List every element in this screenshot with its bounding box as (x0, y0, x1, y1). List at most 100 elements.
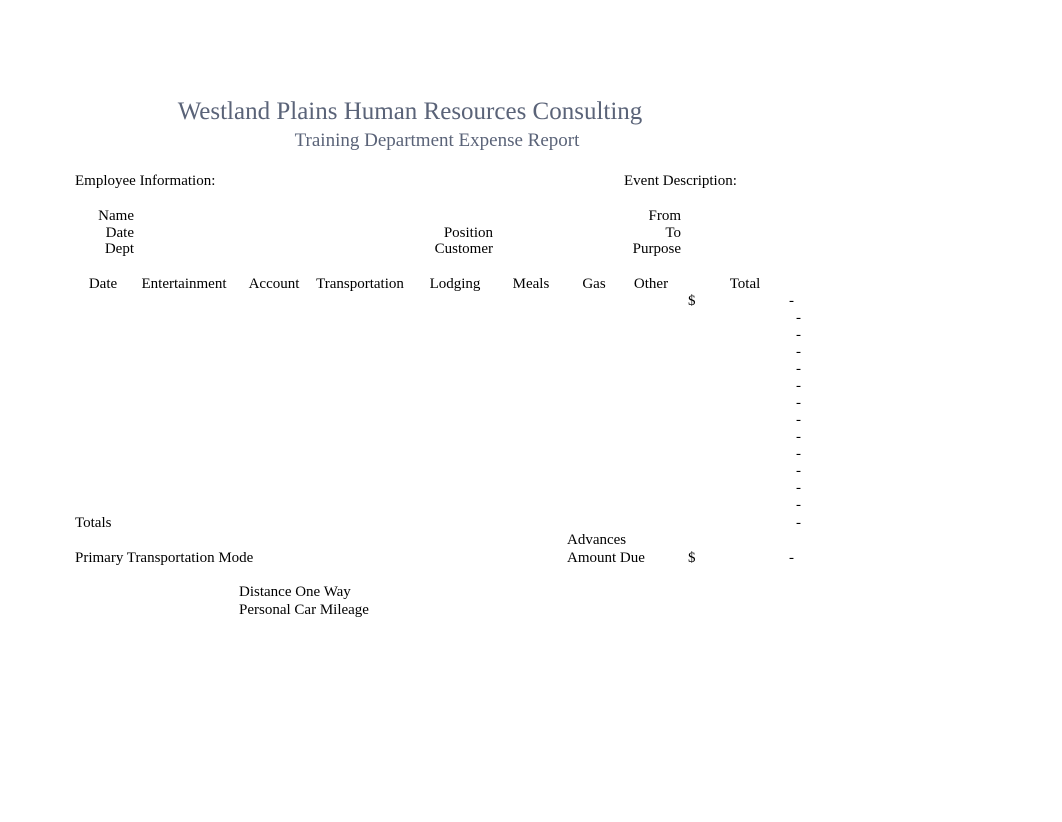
cell-account[interactable] (239, 463, 309, 480)
cell-entertainment[interactable] (129, 412, 239, 429)
cell-other[interactable] (622, 412, 680, 429)
cell-date[interactable] (78, 446, 128, 463)
cell-account[interactable] (239, 344, 309, 361)
cell-entertainment[interactable] (129, 463, 239, 480)
cell-other[interactable] (622, 293, 680, 310)
primary-transportation-mode-value[interactable] (258, 550, 408, 567)
cell-lodging[interactable] (420, 310, 490, 327)
cell-transportation[interactable] (305, 327, 415, 344)
cell-other[interactable] (622, 497, 680, 514)
cell-gas[interactable] (566, 412, 622, 429)
cell-account[interactable] (239, 327, 309, 344)
cell-meals[interactable] (499, 361, 563, 378)
cell-entertainment[interactable] (129, 497, 239, 514)
cell-lodging[interactable] (420, 395, 490, 412)
distance-one-way-value[interactable] (372, 584, 492, 601)
cell-other[interactable] (622, 429, 680, 446)
cell-transportation[interactable] (305, 480, 415, 497)
cell-meals[interactable] (499, 327, 563, 344)
cell-entertainment[interactable] (129, 395, 239, 412)
cell-meals[interactable] (499, 293, 563, 310)
cell-lodging[interactable] (420, 463, 490, 480)
cell-entertainment[interactable] (129, 344, 239, 361)
cell-lodging[interactable] (420, 412, 490, 429)
cell-date[interactable] (78, 361, 128, 378)
cell-entertainment[interactable] (129, 293, 239, 310)
cell-other[interactable] (622, 344, 680, 361)
cell-date[interactable] (78, 310, 128, 327)
cell-account[interactable] (239, 293, 309, 310)
cell-other[interactable] (622, 361, 680, 378)
cell-gas[interactable] (566, 310, 622, 327)
cell-meals[interactable] (499, 310, 563, 327)
cell-gas[interactable] (566, 395, 622, 412)
cell-gas[interactable] (566, 463, 622, 480)
cell-gas[interactable] (566, 480, 622, 497)
cell-transportation[interactable] (305, 497, 415, 514)
cell-meals[interactable] (499, 412, 563, 429)
cell-other[interactable] (622, 378, 680, 395)
cell-lodging[interactable] (420, 327, 490, 344)
cell-lodging[interactable] (420, 480, 490, 497)
cell-other[interactable] (622, 480, 680, 497)
cell-entertainment[interactable] (129, 378, 239, 395)
cell-account[interactable] (239, 310, 309, 327)
cell-transportation[interactable] (305, 344, 415, 361)
cell-meals[interactable] (499, 395, 563, 412)
cell-lodging[interactable] (420, 378, 490, 395)
cell-gas[interactable] (566, 378, 622, 395)
cell-lodging[interactable] (420, 293, 490, 310)
cell-meals[interactable] (499, 429, 563, 446)
cell-date[interactable] (78, 395, 128, 412)
advances-value[interactable] (690, 532, 794, 549)
cell-gas[interactable] (566, 361, 622, 378)
cell-other[interactable] (622, 327, 680, 344)
cell-meals[interactable] (499, 480, 563, 497)
cell-entertainment[interactable] (129, 327, 239, 344)
cell-account[interactable] (239, 446, 309, 463)
cell-entertainment[interactable] (129, 446, 239, 463)
cell-other[interactable] (622, 446, 680, 463)
cell-gas[interactable] (566, 497, 622, 514)
cell-meals[interactable] (499, 446, 563, 463)
cell-transportation[interactable] (305, 412, 415, 429)
cell-account[interactable] (239, 361, 309, 378)
cell-date[interactable] (78, 344, 128, 361)
cell-date[interactable] (78, 327, 128, 344)
cell-entertainment[interactable] (129, 480, 239, 497)
cell-date[interactable] (78, 429, 128, 446)
cell-lodging[interactable] (420, 344, 490, 361)
cell-date[interactable] (78, 463, 128, 480)
cell-account[interactable] (239, 395, 309, 412)
cell-meals[interactable] (499, 344, 563, 361)
cell-gas[interactable] (566, 293, 622, 310)
cell-account[interactable] (239, 429, 309, 446)
personal-car-mileage-value[interactable] (372, 602, 492, 619)
cell-transportation[interactable] (305, 463, 415, 480)
cell-gas[interactable] (566, 327, 622, 344)
cell-date[interactable] (78, 497, 128, 514)
cell-account[interactable] (239, 378, 309, 395)
cell-other[interactable] (622, 395, 680, 412)
cell-account[interactable] (239, 497, 309, 514)
cell-transportation[interactable] (305, 395, 415, 412)
cell-meals[interactable] (499, 497, 563, 514)
cell-transportation[interactable] (305, 293, 415, 310)
cell-meals[interactable] (499, 378, 563, 395)
cell-other[interactable] (622, 310, 680, 327)
cell-entertainment[interactable] (129, 310, 239, 327)
cell-date[interactable] (78, 412, 128, 429)
cell-date[interactable] (78, 378, 128, 395)
cell-transportation[interactable] (305, 446, 415, 463)
cell-account[interactable] (239, 412, 309, 429)
cell-lodging[interactable] (420, 361, 490, 378)
cell-entertainment[interactable] (129, 361, 239, 378)
cell-lodging[interactable] (420, 429, 490, 446)
cell-gas[interactable] (566, 344, 622, 361)
cell-meals[interactable] (499, 463, 563, 480)
cell-gas[interactable] (566, 429, 622, 446)
cell-entertainment[interactable] (129, 429, 239, 446)
cell-lodging[interactable] (420, 446, 490, 463)
cell-gas[interactable] (566, 446, 622, 463)
cell-date[interactable] (78, 480, 128, 497)
